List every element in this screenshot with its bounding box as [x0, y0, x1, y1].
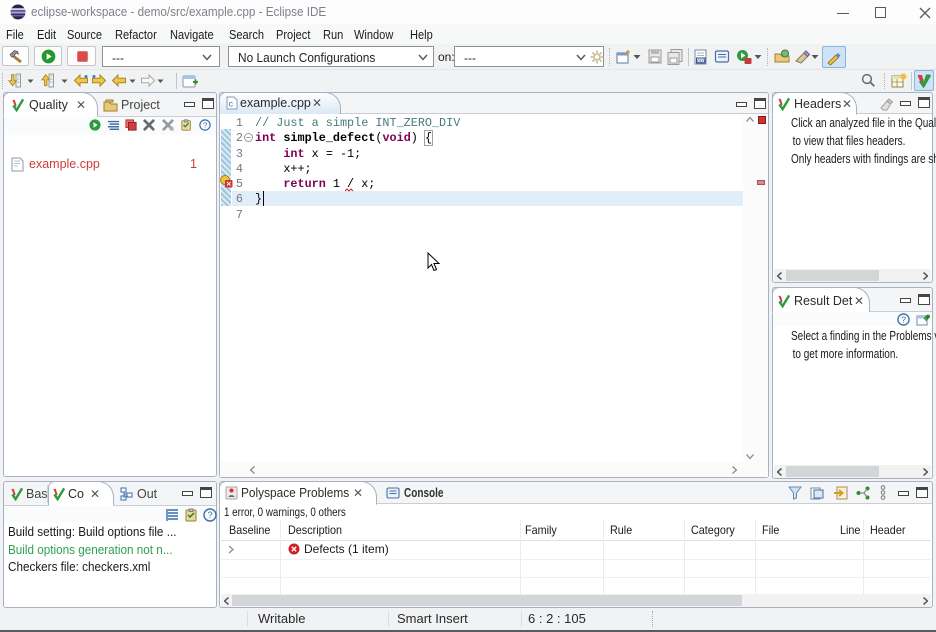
svg-text:c: c: [229, 101, 234, 110]
svg-text:?: ?: [208, 510, 213, 520]
svg-text:?: ?: [203, 121, 207, 130]
svg-text:?: ?: [901, 314, 906, 324]
svg-text:010: 010: [697, 58, 705, 63]
